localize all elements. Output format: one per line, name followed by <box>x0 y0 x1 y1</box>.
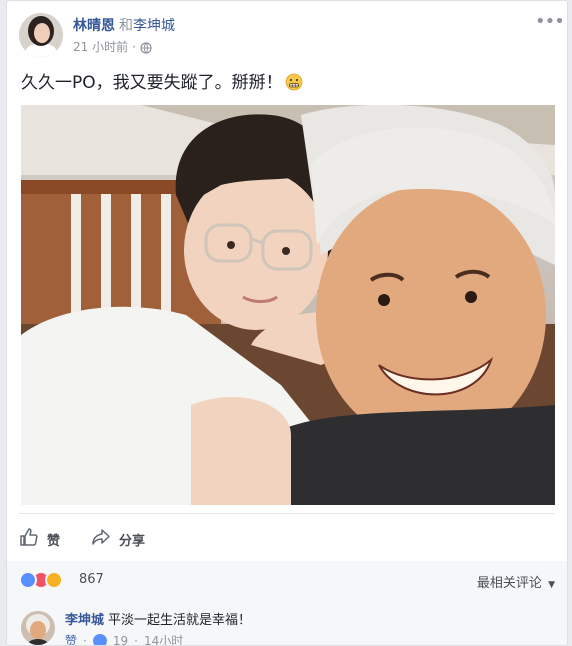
comment-meta-separator-2: · <box>134 633 138 646</box>
author-name[interactable]: 林晴恩 <box>73 18 115 34</box>
caret-down-icon: ▼ <box>548 580 555 590</box>
tagged-person[interactable]: 李坤城 <box>133 18 175 34</box>
actions-top-divider <box>19 513 555 514</box>
comment-like-count-icon <box>92 633 107 645</box>
sort-label: 最相关评论 <box>476 576 542 591</box>
comment-author[interactable]: 李坤城 <box>65 613 104 628</box>
grimacing-face-emoji <box>285 73 303 91</box>
like-button[interactable]: 赞 <box>19 527 60 551</box>
post-card: 林晴恩 和李坤城 21 小时前 · ••• 久久一PO，我又要失蹤了。掰掰！ 赞… <box>6 0 568 646</box>
post-header: 林晴恩 和李坤城 21 小时前 · ••• <box>19 13 565 61</box>
comment-like-link[interactable]: 赞 <box>65 632 77 645</box>
post-photo[interactable] <box>21 105 555 505</box>
haha-reaction-icon <box>45 571 63 589</box>
globe-icon <box>140 41 152 54</box>
share-arrow-icon <box>91 527 111 551</box>
with-prefix: 和 <box>119 18 133 34</box>
post-text-content: 久久一PO，我又要失蹤了。掰掰！ <box>21 73 283 93</box>
action-bar: 赞 分享 <box>7 519 567 557</box>
reactions-bar: 867 最相关评论 ▼ <box>7 561 567 599</box>
comment-meta-separator: · <box>83 633 87 646</box>
header-line: 林晴恩 和李坤城 <box>73 16 527 36</box>
comment-item: 李坤城 平淡一起生活就是幸福！ 赞 · 19 · 14小时 <box>7 599 567 646</box>
comment-text: 平淡一起生活就是幸福！ <box>108 613 252 628</box>
share-button[interactable]: 分享 <box>91 527 145 551</box>
comment-time[interactable]: 14小时 <box>144 632 183 645</box>
share-label: 分享 <box>119 533 146 549</box>
post-meta: 21 小时前 · <box>73 38 527 56</box>
meta-separator: · <box>132 40 136 54</box>
thumbs-up-icon <box>19 527 39 551</box>
header-text: 林晴恩 和李坤城 21 小时前 · <box>73 16 527 56</box>
comment-like-count[interactable]: 19 <box>113 634 128 646</box>
post-text: 久久一PO，我又要失蹤了。掰掰！ <box>21 71 553 95</box>
post-timestamp[interactable]: 21 小时前 <box>73 38 128 56</box>
comment-meta: 赞 · 19 · 14小时 <box>65 632 183 646</box>
reaction-icons[interactable] <box>19 571 63 589</box>
comment-body: 李坤城 平淡一起生活就是幸福！ <box>65 612 557 630</box>
more-options-icon[interactable]: ••• <box>535 13 565 33</box>
reaction-count[interactable]: 867 <box>79 572 104 587</box>
comment-sort-dropdown[interactable]: 最相关评论 ▼ <box>477 572 555 591</box>
like-reaction-icon <box>19 571 37 589</box>
commenter-avatar[interactable] <box>21 611 55 645</box>
author-avatar[interactable] <box>19 13 63 57</box>
like-label: 赞 <box>47 533 61 549</box>
